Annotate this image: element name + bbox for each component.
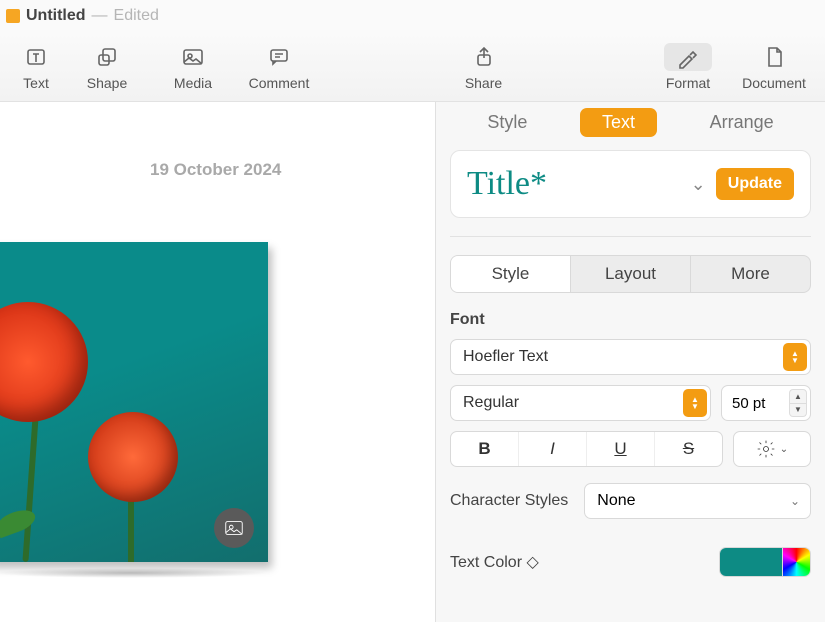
font-heading: Font <box>450 311 811 329</box>
format-tool-label: Format <box>666 75 710 91</box>
text-subtabs: Style Layout More <box>450 255 811 293</box>
paragraph-style-card: Title* ⌄ Update <box>450 150 811 218</box>
chevron-down-icon: ⌄ <box>790 494 800 508</box>
font-family-value: Hoefler Text <box>463 348 548 366</box>
tab-arrange[interactable]: Arrange <box>688 108 796 137</box>
media-tool-label: Media <box>174 75 212 91</box>
document-icon <box>6 9 20 23</box>
font-size-stepper[interactable]: ▲▼ <box>789 389 807 417</box>
edited-status: Edited <box>114 7 159 25</box>
media-tool[interactable]: Media <box>150 43 236 91</box>
paragraph-style-name: Title* <box>467 165 681 203</box>
toolbar: Text Shape Media Comment Share Format Do… <box>0 32 825 102</box>
character-styles-value: None <box>597 492 635 510</box>
document-tool-label: Document <box>742 75 806 91</box>
comment-tool[interactable]: Comment <box>236 43 322 91</box>
text-tool[interactable]: Text <box>8 43 64 91</box>
text-color-control[interactable] <box>719 547 811 577</box>
image-placeholder-icon[interactable] <box>214 508 254 548</box>
chevron-down-icon: ⌄ <box>780 444 788 455</box>
text-tool-label: Text <box>23 75 49 91</box>
comment-tool-label: Comment <box>249 75 310 91</box>
advanced-options-button[interactable]: ⌄ <box>733 431 811 467</box>
strikethrough-button[interactable]: S <box>655 432 722 466</box>
title-separator: — <box>92 7 108 25</box>
image-object[interactable] <box>0 242 278 572</box>
subtab-more[interactable]: More <box>691 256 810 292</box>
update-style-button[interactable]: Update <box>716 168 794 200</box>
flower-image <box>0 242 268 562</box>
italic-button[interactable]: I <box>519 432 587 466</box>
font-size-value: 50 pt <box>732 395 765 412</box>
share-tool-label: Share <box>465 75 502 91</box>
shape-tool[interactable]: Shape <box>64 43 150 91</box>
text-style-group: B I U S <box>450 431 723 467</box>
bold-button[interactable]: B <box>451 432 519 466</box>
share-tool[interactable]: Share <box>441 43 527 91</box>
subtab-layout[interactable]: Layout <box>571 256 691 292</box>
document-tool[interactable]: Document <box>731 43 817 91</box>
format-inspector: Style Text Arrange Title* ⌄ Update Style… <box>435 102 825 622</box>
shape-tool-label: Shape <box>87 75 127 91</box>
font-weight-select[interactable]: Regular ▲▼ <box>450 385 711 421</box>
color-wheel-icon[interactable] <box>782 548 810 576</box>
text-color-swatch[interactable] <box>720 548 782 576</box>
tab-text[interactable]: Text <box>580 108 657 137</box>
subtab-style[interactable]: Style <box>451 256 571 292</box>
font-weight-value: Regular <box>463 394 519 412</box>
text-color-label: Text Color ◇ <box>450 552 539 572</box>
font-family-select[interactable]: Hoefler Text ▲▼ <box>450 339 811 375</box>
font-size-field[interactable]: 50 pt ▲▼ <box>721 385 811 421</box>
tab-style[interactable]: Style <box>465 108 549 137</box>
character-styles-select[interactable]: None ⌄ <box>584 483 811 519</box>
format-tool[interactable]: Format <box>645 43 731 91</box>
document-canvas[interactable]: 19 October 2024 <box>0 102 435 622</box>
titlebar: Untitled — Edited <box>0 0 825 32</box>
window-title: Untitled <box>26 7 86 25</box>
chevron-down-icon[interactable]: ⌄ <box>691 174 706 195</box>
character-styles-label: Character Styles <box>450 492 568 510</box>
underline-button[interactable]: U <box>587 432 655 466</box>
stepper-icon: ▲▼ <box>783 343 807 371</box>
date-text[interactable]: 19 October 2024 <box>150 160 281 180</box>
stepper-icon: ▲▼ <box>683 389 707 417</box>
